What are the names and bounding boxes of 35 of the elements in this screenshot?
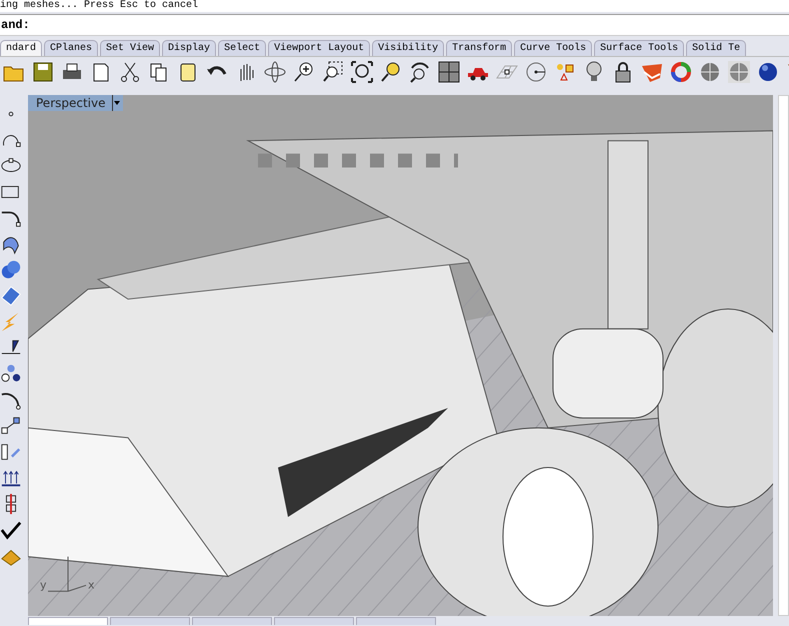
toolbar-tab[interactable]: Curve Tools: [514, 40, 592, 56]
circle-icon[interactable]: [524, 60, 548, 84]
viewport-title[interactable]: Perspective: [28, 95, 112, 111]
dots-icon[interactable]: [0, 363, 22, 385]
axis-icon: [48, 556, 86, 592]
sphere-icon[interactable]: [756, 60, 780, 84]
rotate-icon[interactable]: [263, 60, 287, 84]
dropdown-icon[interactable]: [112, 95, 122, 111]
toolbar-tab[interactable]: Transform: [446, 40, 512, 56]
toolbar-tab[interactable]: Viewport Layout: [268, 40, 370, 56]
toolbar-tab[interactable]: CPlanes: [44, 40, 98, 56]
toolbar-tab[interactable]: Visibility: [372, 40, 444, 56]
toolbar-tab[interactable]: Surface Tools: [594, 40, 684, 56]
project-icon[interactable]: [0, 441, 22, 463]
toolbar-tab[interactable]: Set View: [100, 40, 160, 56]
mesh-icon[interactable]: [0, 285, 22, 307]
toolbar-tab[interactable]: Solid Te: [686, 40, 746, 56]
scissors-icon[interactable]: [118, 60, 142, 84]
status-message: ing meshes... Press Esc to cancel: [0, 0, 198, 11]
command-field[interactable]: and:: [0, 14, 789, 36]
zoom-extents-icon[interactable]: [350, 60, 374, 84]
viewport[interactable]: Perspective y x: [28, 95, 773, 616]
toolbar-tab[interactable]: ndard: [0, 40, 42, 56]
toolbar-tab[interactable]: Display: [162, 40, 216, 56]
transform-icon[interactable]: [0, 415, 22, 437]
spheres-icon[interactable]: [0, 259, 22, 281]
sphere-icon[interactable]: [698, 60, 722, 84]
axis-label: x: [88, 578, 95, 592]
zoom-window-icon[interactable]: [321, 60, 345, 84]
toolbar-tab[interactable]: Select: [218, 40, 266, 56]
checkmark-icon[interactable]: [0, 519, 22, 541]
color-wheel-icon[interactable]: [669, 60, 693, 84]
axis-label: y: [40, 578, 47, 592]
viewports-icon[interactable]: [437, 60, 461, 84]
save-icon[interactable]: [31, 60, 55, 84]
